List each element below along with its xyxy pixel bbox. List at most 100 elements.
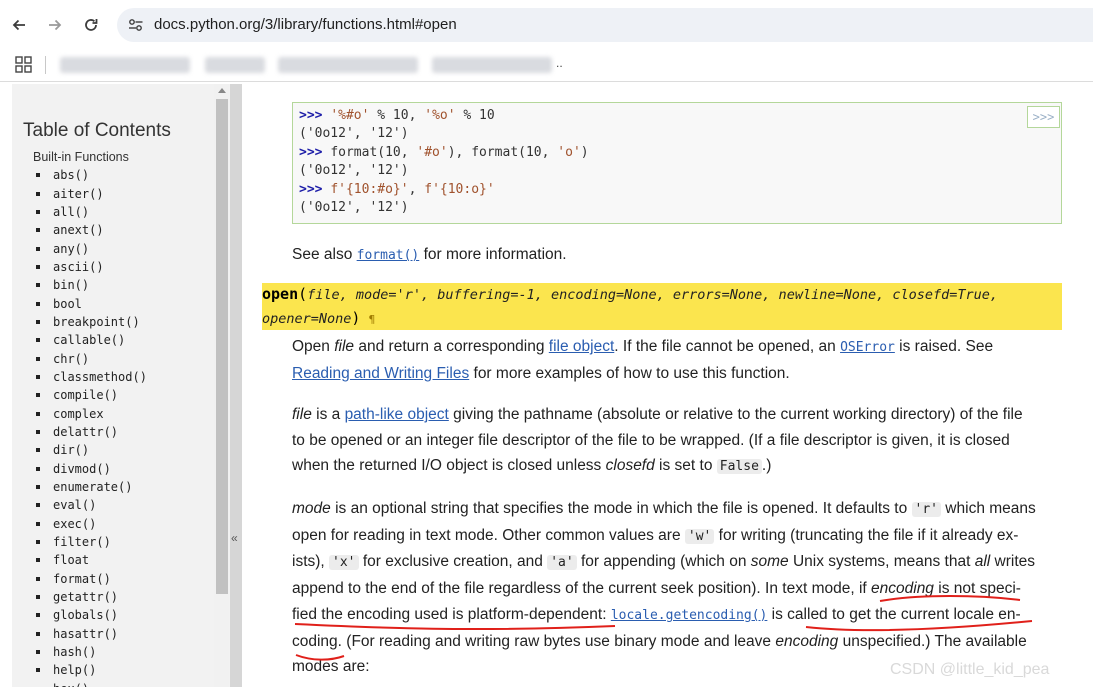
- toc-item-label: filter(): [53, 535, 111, 550]
- bullet-icon: [36, 521, 40, 526]
- toc-item[interactable]: float: [36, 551, 147, 569]
- toc-item-label: enumerate(): [53, 480, 133, 495]
- scroll-up-arrow-icon[interactable]: [218, 88, 226, 93]
- toc-item-label: any(): [53, 241, 90, 256]
- toc-item[interactable]: dir(): [36, 441, 147, 459]
- bullet-icon: [36, 448, 40, 453]
- bullet-icon: [36, 393, 40, 398]
- url-text[interactable]: docs.python.org/3/library/functions.html…: [154, 16, 457, 33]
- toc-item[interactable]: anext(): [36, 221, 147, 239]
- address-bar[interactable]: docs.python.org/3/library/functions.html…: [117, 8, 1093, 42]
- scrollbar-thumb[interactable]: [216, 99, 228, 594]
- toc-item[interactable]: classmethod(): [36, 368, 147, 386]
- bullet-icon: [36, 374, 40, 379]
- bookmark-item-blurred[interactable]: [60, 57, 190, 73]
- toc-item[interactable]: format(): [36, 570, 147, 588]
- code-output: ('0o12', '12'): [299, 126, 409, 141]
- format-link[interactable]: format(): [357, 248, 420, 263]
- bullet-icon: [36, 356, 40, 361]
- toc-item-label: classmethod(): [53, 369, 147, 384]
- toc-item[interactable]: bool: [36, 294, 147, 312]
- toc-item[interactable]: any(): [36, 239, 147, 257]
- toc-item-label: anext(): [53, 223, 104, 238]
- toc-item[interactable]: ascii(): [36, 258, 147, 276]
- toc-item-label: hash(): [53, 645, 97, 660]
- signature-params: file, mode='r', buffering=-1, encoding=N…: [307, 287, 999, 303]
- toc-item-label: callable(): [53, 333, 126, 348]
- reading-writing-files-link[interactable]: Reading and Writing Files: [292, 365, 469, 382]
- sidebar-scrollbar[interactable]: [214, 84, 229, 687]
- toc-item[interactable]: exec(): [36, 515, 147, 533]
- bullet-icon: [36, 595, 40, 600]
- bullet-icon: [36, 631, 40, 636]
- bullet-icon: [36, 485, 40, 490]
- false-literal: False: [716, 459, 762, 475]
- bookmark-item-blurred[interactable]: [205, 57, 265, 73]
- toc-item-label: chr(): [53, 351, 90, 366]
- toc-item[interactable]: delattr(): [36, 423, 147, 441]
- toc-item[interactable]: compile(): [36, 386, 147, 404]
- bookmark-item-blurred[interactable]: [432, 57, 552, 73]
- toc-item[interactable]: abs(): [36, 166, 147, 184]
- toc-item[interactable]: globals(): [36, 606, 147, 624]
- oserror-link[interactable]: OSError: [840, 340, 895, 355]
- bullet-icon: [36, 668, 40, 673]
- toc-item-label: ascii(): [53, 259, 104, 274]
- toc-item-label: hasattr(): [53, 626, 119, 641]
- locale-getencoding-link[interactable]: locale.getencoding(): [611, 608, 768, 623]
- toc-item[interactable]: callable(): [36, 331, 147, 349]
- toc-item-label: complex: [53, 406, 104, 421]
- permalink-icon[interactable]: ¶: [369, 313, 376, 326]
- toc-item[interactable]: bin(): [36, 276, 147, 294]
- toc-item-label: help(): [53, 663, 97, 678]
- code-line: >>> format(10, '#o'), format(10, 'o'): [299, 145, 589, 160]
- file-object-link[interactable]: file object: [549, 338, 614, 355]
- bullet-icon: [36, 613, 40, 618]
- site-info-icon[interactable]: [125, 15, 147, 35]
- toc-item-label: all(): [53, 204, 90, 219]
- code-output: ('0o12', '12'): [299, 163, 409, 178]
- apps-grid-icon[interactable]: [15, 56, 33, 74]
- function-signature: open(file, mode='r', buffering=-1, encod…: [262, 283, 1062, 330]
- toc-item[interactable]: getattr(): [36, 588, 147, 606]
- bullet-icon: [36, 466, 40, 471]
- toc-item[interactable]: enumerate(): [36, 478, 147, 496]
- reload-button[interactable]: [78, 12, 104, 38]
- toc-item-label: format(): [53, 571, 111, 586]
- toc-item[interactable]: help(): [36, 661, 147, 679]
- back-button[interactable]: [6, 12, 32, 38]
- toc-item[interactable]: chr(): [36, 349, 147, 367]
- watermark: CSDN @little_kid_pea: [890, 661, 1050, 678]
- toc-item-label: getattr(): [53, 590, 119, 605]
- toc-item[interactable]: hex(): [36, 680, 147, 687]
- toc-item-label: abs(): [53, 168, 90, 183]
- toc-item-label: hex(): [53, 682, 89, 687]
- copy-prompt-toggle-button[interactable]: >>>: [1027, 106, 1060, 128]
- toc-item-label: globals(): [53, 608, 119, 623]
- bullet-icon: [36, 319, 40, 324]
- toc-item[interactable]: hasattr(): [36, 625, 147, 643]
- browser-toolbar: docs.python.org/3/library/functions.html…: [0, 0, 1093, 50]
- bullet-icon: [36, 283, 40, 288]
- toc-item-label: compile(): [53, 388, 119, 403]
- bullet-icon: [36, 540, 40, 545]
- bullet-icon: [36, 429, 40, 434]
- toc-item[interactable]: all(): [36, 203, 147, 221]
- toc-item[interactable]: breakpoint(): [36, 313, 147, 331]
- toc-item[interactable]: eval(): [36, 496, 147, 514]
- toc-item-label: exec(): [53, 516, 97, 531]
- toc-item[interactable]: filter(): [36, 533, 147, 551]
- bookmarks-overflow[interactable]: ..: [556, 56, 563, 70]
- toc-title: Table of Contents: [23, 120, 171, 141]
- sidebar-collapse-button[interactable]: «: [230, 84, 242, 687]
- bookmark-item-blurred[interactable]: [278, 57, 418, 73]
- toc-section-link[interactable]: Built-in Functions: [33, 150, 129, 164]
- toc-item[interactable]: divmod(): [36, 460, 147, 478]
- code-output: ('0o12', '12'): [299, 200, 409, 215]
- path-like-object-link[interactable]: path-like object: [345, 406, 449, 423]
- toc-item[interactable]: aiter(): [36, 184, 147, 202]
- toc-item[interactable]: complex: [36, 404, 147, 422]
- code-line: >>> '%#o' % 10, '%o' % 10: [299, 108, 495, 123]
- forward-button[interactable]: [42, 12, 68, 38]
- toc-item[interactable]: hash(): [36, 643, 147, 661]
